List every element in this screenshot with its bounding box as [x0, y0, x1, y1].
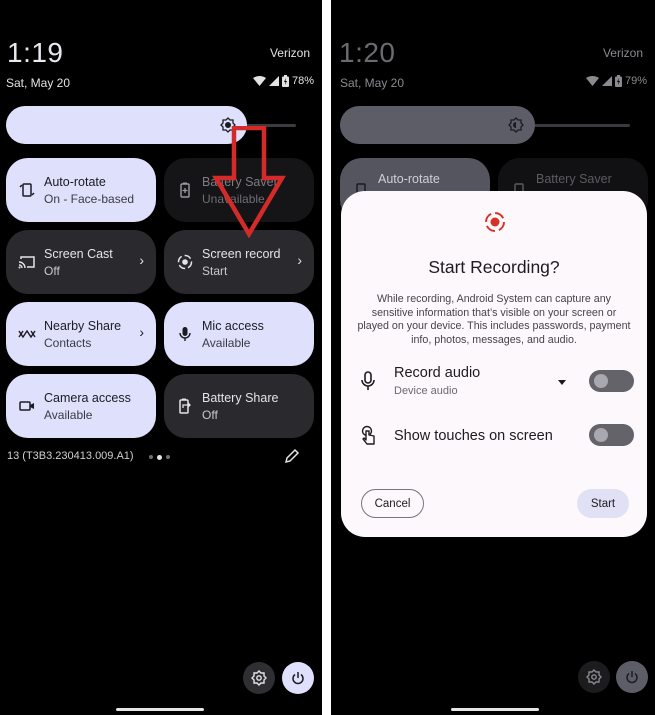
- tile-battery-share[interactable]: Battery Share Off: [164, 374, 314, 438]
- tile-nearby-share[interactable]: Nearby Share Contacts ›: [6, 302, 156, 366]
- tile-sub: Contacts: [44, 335, 92, 350]
- tile-label: Camera access: [44, 390, 131, 405]
- power-button[interactable]: [282, 662, 314, 694]
- tile-screen-record[interactable]: Screen record Start ›: [164, 230, 314, 294]
- mic-icon: [174, 323, 196, 345]
- tile-label: Auto-rotate: [378, 172, 440, 186]
- tile-sub: Off: [202, 407, 218, 422]
- brightness-icon: [508, 117, 524, 133]
- toggle-knob: [594, 374, 608, 388]
- show-touches-toggle[interactable]: [589, 424, 634, 446]
- record-audio-label: Record audio: [394, 365, 481, 381]
- camera-icon: [16, 395, 38, 417]
- brightness-slider[interactable]: [340, 106, 630, 144]
- tile-label: Auto-rotate: [44, 174, 106, 189]
- left-screen: 1:19 Verizon Sat, May 20 78% Auto-rotate…: [0, 0, 322, 715]
- tile-mic-access[interactable]: Mic access Available: [164, 302, 314, 366]
- tile-sub: Start: [202, 263, 228, 278]
- page-dot-active: [157, 454, 162, 460]
- signal-icon: [268, 76, 279, 86]
- record-audio-toggle[interactable]: [589, 370, 634, 392]
- battery-icon: [174, 179, 196, 201]
- battery-charging-icon: [281, 75, 289, 87]
- gear-icon: [586, 669, 602, 685]
- tile-sub: Available: [202, 335, 251, 350]
- rotate-icon: [16, 179, 38, 201]
- brightness-track[interactable]: [246, 124, 296, 127]
- tile-label: Nearby Share: [44, 318, 122, 333]
- gear-icon: [251, 670, 267, 686]
- right-screen: 1:20 Verizon Sat, May 20 79% Auto-rotate…: [331, 0, 655, 715]
- chevron-right-icon: ›: [139, 252, 144, 268]
- tile-label: Mic access: [202, 318, 264, 333]
- quick-settings-tiles: Auto-rotate On - Face-based Battery Saver…: [6, 158, 314, 438]
- tile-label: Screen record: [202, 246, 281, 261]
- battery-charging-icon: [614, 75, 622, 87]
- tile-label: Battery Share: [202, 390, 279, 405]
- tile-auto-rotate[interactable]: Auto-rotate On - Face-based: [6, 158, 156, 222]
- status-icons: 78%: [252, 75, 314, 87]
- cast-icon: [16, 251, 38, 273]
- toggle-knob: [594, 428, 608, 442]
- show-touches-option[interactable]: Show touches on screen: [341, 423, 647, 463]
- page-dot: [166, 455, 170, 459]
- dialog-body: While recording, Android System can capt…: [357, 293, 631, 346]
- battery-percent: 79%: [624, 75, 647, 87]
- start-button[interactable]: Start: [577, 489, 629, 518]
- battery-share-icon: [174, 395, 196, 417]
- tile-label: Battery Saver: [536, 172, 612, 186]
- tile-sub: Available: [44, 407, 93, 422]
- dialog-title: Start Recording?: [428, 257, 560, 277]
- brightness-fill[interactable]: [340, 106, 535, 144]
- tile-label: Screen Cast: [44, 246, 113, 261]
- show-touches-label: Show touches on screen: [394, 428, 553, 444]
- carrier: Verizon: [602, 46, 643, 60]
- tile-sub: Off: [44, 263, 60, 278]
- tile-battery-saver[interactable]: Battery Saver Unavailable: [164, 158, 314, 222]
- date: Sat, May 20: [6, 76, 71, 90]
- brightness-track[interactable]: [530, 124, 630, 127]
- screen-record-icon: [174, 251, 196, 273]
- battery-percent: 78%: [291, 75, 314, 87]
- tile-label: Battery Saver: [202, 174, 278, 189]
- wifi-icon: [252, 76, 266, 86]
- record-audio-option[interactable]: Record audio Device audio: [341, 363, 647, 403]
- nearby-share-icon: [16, 323, 38, 345]
- page-indicator: [149, 454, 170, 460]
- carrier: Verizon: [269, 46, 310, 60]
- power-icon: [292, 672, 304, 685]
- cancel-button[interactable]: Cancel: [361, 489, 424, 518]
- page-dot: [149, 455, 153, 459]
- chevron-right-icon: ›: [297, 252, 302, 268]
- audio-source-select[interactable]: Device audio: [394, 385, 458, 397]
- screen-record-icon: [485, 212, 505, 232]
- mic-icon: [361, 371, 375, 390]
- clock: 1:19: [7, 37, 64, 68]
- brightness-fill[interactable]: [6, 106, 247, 144]
- tile-sub: Unavailable: [202, 191, 265, 206]
- gesture-nav-bar[interactable]: [116, 708, 204, 711]
- brightness-slider[interactable]: [6, 106, 296, 144]
- status-icons: 79%: [585, 75, 647, 87]
- settings-button[interactable]: [578, 661, 610, 693]
- clock: 1:20: [339, 37, 396, 68]
- touch-icon: [361, 425, 375, 445]
- signal-icon: [601, 76, 612, 86]
- settings-button[interactable]: [243, 662, 275, 694]
- wifi-icon: [585, 76, 599, 86]
- brightness-icon: [220, 117, 236, 133]
- chevron-right-icon: ›: [139, 324, 144, 340]
- power-button[interactable]: [616, 661, 648, 693]
- dropdown-caret-icon[interactable]: [558, 380, 566, 385]
- gesture-nav-bar[interactable]: [451, 708, 539, 711]
- tile-screen-cast[interactable]: Screen Cast Off ›: [6, 230, 156, 294]
- power-icon: [626, 671, 638, 684]
- start-recording-dialog: Start Recording? While recording, Androi…: [341, 191, 647, 537]
- edit-pencil-icon[interactable]: [284, 448, 300, 464]
- tile-sub: On - Face-based: [44, 191, 135, 206]
- date: Sat, May 20: [340, 76, 405, 90]
- tile-camera-access[interactable]: Camera access Available: [6, 374, 156, 438]
